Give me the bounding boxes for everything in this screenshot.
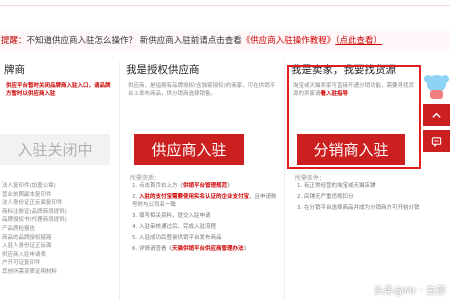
feedback-button[interactable] <box>423 130 450 152</box>
emphasis-text: 供销平台管理规范 <box>183 183 228 189</box>
list-item: 其他所需资质证明材料 <box>2 268 58 275</box>
chevron-up-icon <box>432 112 441 118</box>
list-item: 法人身份证正反面复印件 <box>2 200 63 207</box>
list-item: 供应商入驻申请表 <box>2 251 47 258</box>
list-item: 2. 店铺无严重违规扣分 <box>297 194 354 200</box>
list-item: 3. 在分销平台选择商品并成为分销商方可开始分销 <box>297 205 420 211</box>
brand-closed-notice: 供应平台暂时关闭品牌商入驻入口，请品牌方暂时以供应商入驻 <box>6 83 111 97</box>
supplier-column-title: 我是授权供应商 <box>126 64 200 76</box>
supplier-section-head: 所需资质： <box>130 175 161 182</box>
list-item: 2. 入驻的支付宝需要使用实名认证的企业支付宝，且申请账号时与公司名一致 <box>132 194 277 208</box>
supplier-enter-button[interactable]: 供应商入驻 <box>134 134 244 165</box>
list-item: 商标注册证(品牌商须提供) <box>2 208 67 215</box>
emphasis-text: 天猫供销平台供应商管理办法 <box>172 246 244 252</box>
brand-column-desc: 供应平台暂时关闭品牌商入驻入口，请品牌方暂时以供应商入驻 <box>0 78 117 122</box>
list-item: 商品的品牌授权链路 <box>2 234 52 241</box>
list-item: 品牌授权书(代理商须提供) <box>2 217 67 224</box>
supplier-column-desc: 供应商，是指拥有品牌授权(含独家授权)的商家，可在供销平台上发布商品，供分销商选… <box>128 83 276 97</box>
highlight-annotation-box <box>287 65 421 169</box>
tutorial-link[interactable]: 《供应商入驻操作教程》 <box>242 36 336 46</box>
list-item: 1. 点击首页右上方《供销平台管理规范》 <box>132 183 233 189</box>
top-accent-line <box>0 5 450 6</box>
list-item: 营业执照副本复印件 <box>2 191 52 198</box>
mascot-body <box>430 90 443 99</box>
mascot-icon[interactable] <box>423 70 450 100</box>
supplier-column: 我是授权供应商 供应商，是指拥有品牌授权(含独家授权)的商家，可在供销平台上发布… <box>122 62 282 300</box>
distributor-steps: 1. 有正常经营的淘宝或天猫店铺 2. 店铺无严重违规扣分 3. 在分销平台选择… <box>297 182 422 215</box>
back-to-top-button[interactable] <box>423 104 450 126</box>
message-icon <box>431 136 442 147</box>
brand-column: 牌商 供应平台暂时关闭品牌商入驻入口，请品牌方暂时以供应商入驻 入驻关闭中 法人… <box>0 62 117 300</box>
emphasis-text: 入驻的支付宝需要使用实名认证的企业支付宝 <box>139 194 250 200</box>
list-item: 户开可证复印件 <box>2 260 41 267</box>
notice-bar: 提醒：不知道供应商入驻怎么操作？ 新供应商入驻前请点击查看《供应商入驻操作教程》… <box>0 31 450 51</box>
list-item: 入驻人身份证正反面 <box>2 243 52 250</box>
view-here-link[interactable]: （点此查看） <box>335 36 382 46</box>
distributor-section-head: 所需条件： <box>295 175 326 182</box>
column-divider <box>284 62 285 300</box>
side-toolbar <box>423 70 450 152</box>
supplier-steps: 1. 点击首页右上方《供销平台管理规范》 2. 入驻的支付宝需要使用实名认证的企… <box>132 182 282 256</box>
list-item: 产品质检报告 <box>2 225 36 232</box>
notice-mark: 提醒： <box>1 36 27 46</box>
brand-column-title: 牌商 <box>4 64 25 76</box>
list-item: 6. 详情请查看《天猫供销平台供应商管理办法》 <box>132 246 250 252</box>
list-item: 5. 入驻成功后登录供销平台发布商品 <box>132 235 222 241</box>
list-item: 1. 有正常经营的淘宝或天猫店铺 <box>297 183 376 189</box>
notice-before-link: 新供应商入驻前请点击查看 <box>139 36 242 46</box>
list-item: 4. 入驻审核通过后，完成入驻流程 <box>132 224 216 230</box>
notice-question: 不知道供应商入驻怎么操作？ <box>26 36 138 46</box>
brand-requirements-list: 法人复印件(加盖公章) 营业执照副本复印件 法人身份证正反面复印件 商标注册证(… <box>2 182 114 277</box>
top-bar <box>0 0 450 28</box>
list-item: 法人复印件(加盖公章) <box>2 183 56 189</box>
brand-enter-closed-button: 入驻关闭中 <box>0 134 110 165</box>
watermark: 头条@Mr · 白茶 <box>373 286 446 297</box>
list-item: 3. 填写相关资料，提交入驻申请 <box>132 213 211 219</box>
column-divider <box>119 62 120 300</box>
